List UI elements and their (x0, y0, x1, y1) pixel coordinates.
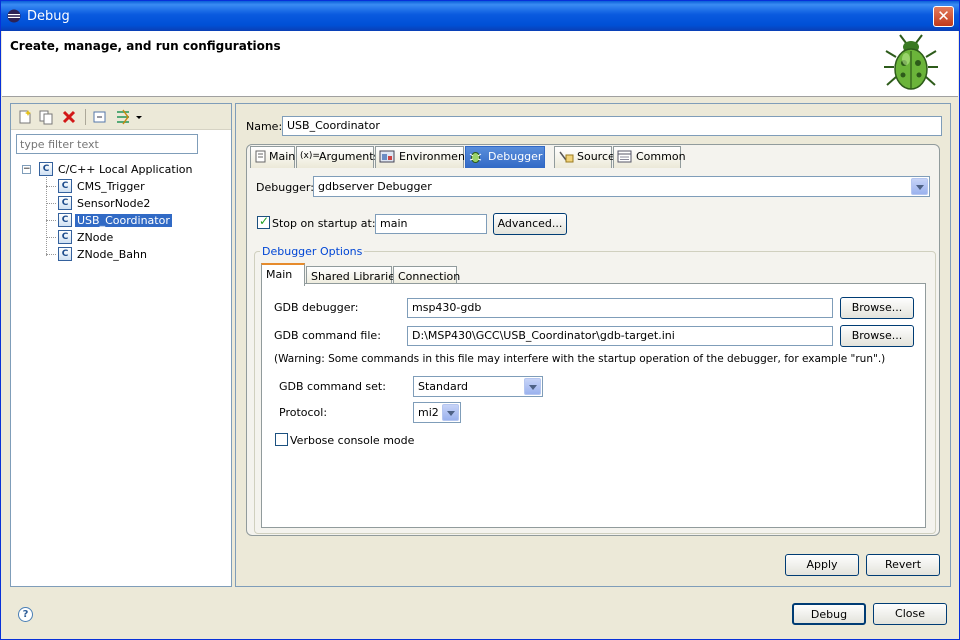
tab-source-label: Source (577, 150, 615, 163)
close-button[interactable]: Close (873, 603, 947, 625)
debugger-select-value: gdbserver Debugger (318, 180, 432, 193)
debugger-label: Debugger: (256, 181, 314, 194)
name-label: Name: (246, 120, 283, 133)
gdb-command-file-field[interactable]: D:\MSP430\GCC\USB_Coordinator\gdb-target… (407, 326, 833, 346)
tree-item-cms-trigger[interactable]: CMS_Trigger (75, 180, 147, 193)
new-config-icon[interactable] (17, 109, 33, 125)
tab-common[interactable]: Common (613, 146, 686, 168)
inner-tab-main[interactable]: Main (261, 263, 305, 286)
tab-arguments[interactable]: (x)= Arguments (296, 146, 379, 168)
eclipse-icon (7, 9, 21, 23)
gdb-command-file-label: GDB command file: (274, 329, 381, 342)
tree-guide-line (46, 203, 56, 204)
tab-debugger-label: Debugger (488, 150, 543, 163)
revert-button[interactable]: Revert (866, 554, 940, 576)
debugger-options-title: Debugger Options (260, 245, 365, 258)
command-set-select[interactable]: Standard (413, 376, 543, 397)
protocol-value: mi2 (418, 406, 439, 419)
gdb-debugger-field[interactable]: msp430-gdb (407, 298, 833, 318)
verbose-console-label: Verbose console mode (290, 434, 415, 447)
debug-dialog: Debug ✕ Create, manage, and run configur… (0, 0, 960, 640)
tree-guide-line (46, 220, 56, 221)
chevron-down-icon[interactable] (442, 404, 459, 421)
c-config-icon: C (58, 247, 72, 261)
bug-icon (884, 34, 938, 90)
tab-main[interactable]: Main (250, 146, 295, 168)
collapse-all-icon[interactable] (92, 109, 108, 125)
main-tab-icon (255, 150, 266, 163)
tree-item-sensornode2[interactable]: SensorNode2 (75, 197, 152, 210)
banner-heading: Create, manage, and run configurations (10, 39, 281, 53)
dropdown-icon[interactable] (135, 109, 143, 125)
c-config-icon: C (58, 230, 72, 244)
delete-icon[interactable] (61, 109, 77, 125)
verbose-console-checkbox[interactable] (275, 433, 288, 446)
debugger-main-panel: GDB debugger: msp430-gdb Browse... GDB c… (261, 283, 926, 528)
tab-environment-label: Environment (399, 150, 470, 163)
name-field[interactable]: USB_Coordinator (282, 116, 942, 136)
protocol-select[interactable]: mi2 (413, 402, 461, 423)
window-title: Debug (27, 9, 70, 24)
tab-common-label: Common (636, 150, 686, 163)
c-config-icon: C (58, 179, 72, 193)
tab-debugger[interactable]: Debugger (465, 146, 545, 168)
debug-button[interactable]: Debug (792, 603, 866, 625)
tree-item-usb-coordinator[interactable]: USB_Coordinator (74, 213, 173, 228)
title-bar[interactable]: Debug ✕ (1, 1, 959, 31)
advanced-button[interactable]: Advanced... (493, 213, 567, 235)
tab-main-label: Main (269, 150, 296, 163)
browse-command-file-button[interactable]: Browse... (840, 325, 914, 347)
command-file-warning: (Warning: Some commands in this file may… (274, 353, 886, 365)
arguments-icon: (x)= (300, 151, 320, 161)
stop-on-startup-field[interactable]: main (375, 214, 487, 234)
filter-input[interactable] (16, 134, 198, 154)
configurations-toolbar (11, 104, 231, 130)
c-config-icon: C (58, 213, 72, 227)
header-banner: Create, manage, and run configurations (2, 31, 958, 97)
tree-guide-line (46, 177, 47, 256)
toolbar-separator (85, 109, 86, 125)
tree-guide-line (46, 254, 56, 255)
tab-source[interactable]: Source (554, 146, 615, 168)
stop-on-startup-checkbox[interactable] (257, 214, 270, 229)
stop-on-startup-label: Stop on startup at: (272, 217, 376, 230)
tab-arguments-label: Arguments (319, 150, 380, 163)
browse-gdb-debugger-button[interactable]: Browse... (840, 297, 914, 319)
tree-root-label[interactable]: C/C++ Local Application (56, 163, 194, 176)
apply-button[interactable]: Apply (785, 554, 859, 576)
tree-collapse-toggle[interactable]: − (22, 165, 31, 174)
tree-item-znode[interactable]: ZNode (75, 231, 115, 244)
configurations-pane: − C C/C++ Local Application C CMS_Trigge… (10, 103, 232, 587)
protocol-label: Protocol: (279, 406, 328, 419)
tree-guide-line (46, 237, 56, 238)
configuration-editor: Name: USB_Coordinator Main (x)= Argument… (235, 103, 951, 587)
close-window-button[interactable]: ✕ (933, 6, 954, 27)
debugger-tab-icon (469, 152, 482, 163)
c-app-icon: C (39, 162, 53, 176)
help-icon[interactable]: ? (18, 607, 33, 622)
filter-icon[interactable] (115, 109, 131, 125)
debugger-select[interactable]: gdbserver Debugger (313, 176, 930, 197)
chevron-down-icon[interactable] (524, 378, 541, 395)
command-set-value: Standard (418, 380, 469, 393)
common-tab-icon (617, 150, 632, 163)
environment-icon (379, 150, 395, 163)
source-tab-icon (559, 151, 574, 163)
duplicate-icon[interactable] (38, 109, 54, 125)
chevron-down-icon[interactable] (911, 178, 928, 195)
gdb-debugger-label: GDB debugger: (274, 301, 359, 314)
command-set-label: GDB command set: (279, 380, 386, 393)
c-config-icon: C (58, 196, 72, 210)
tree-item-znode-bahn[interactable]: ZNode_Bahn (75, 248, 149, 261)
tab-environment[interactable]: Environment (375, 146, 469, 168)
tree-guide-line (46, 186, 56, 187)
